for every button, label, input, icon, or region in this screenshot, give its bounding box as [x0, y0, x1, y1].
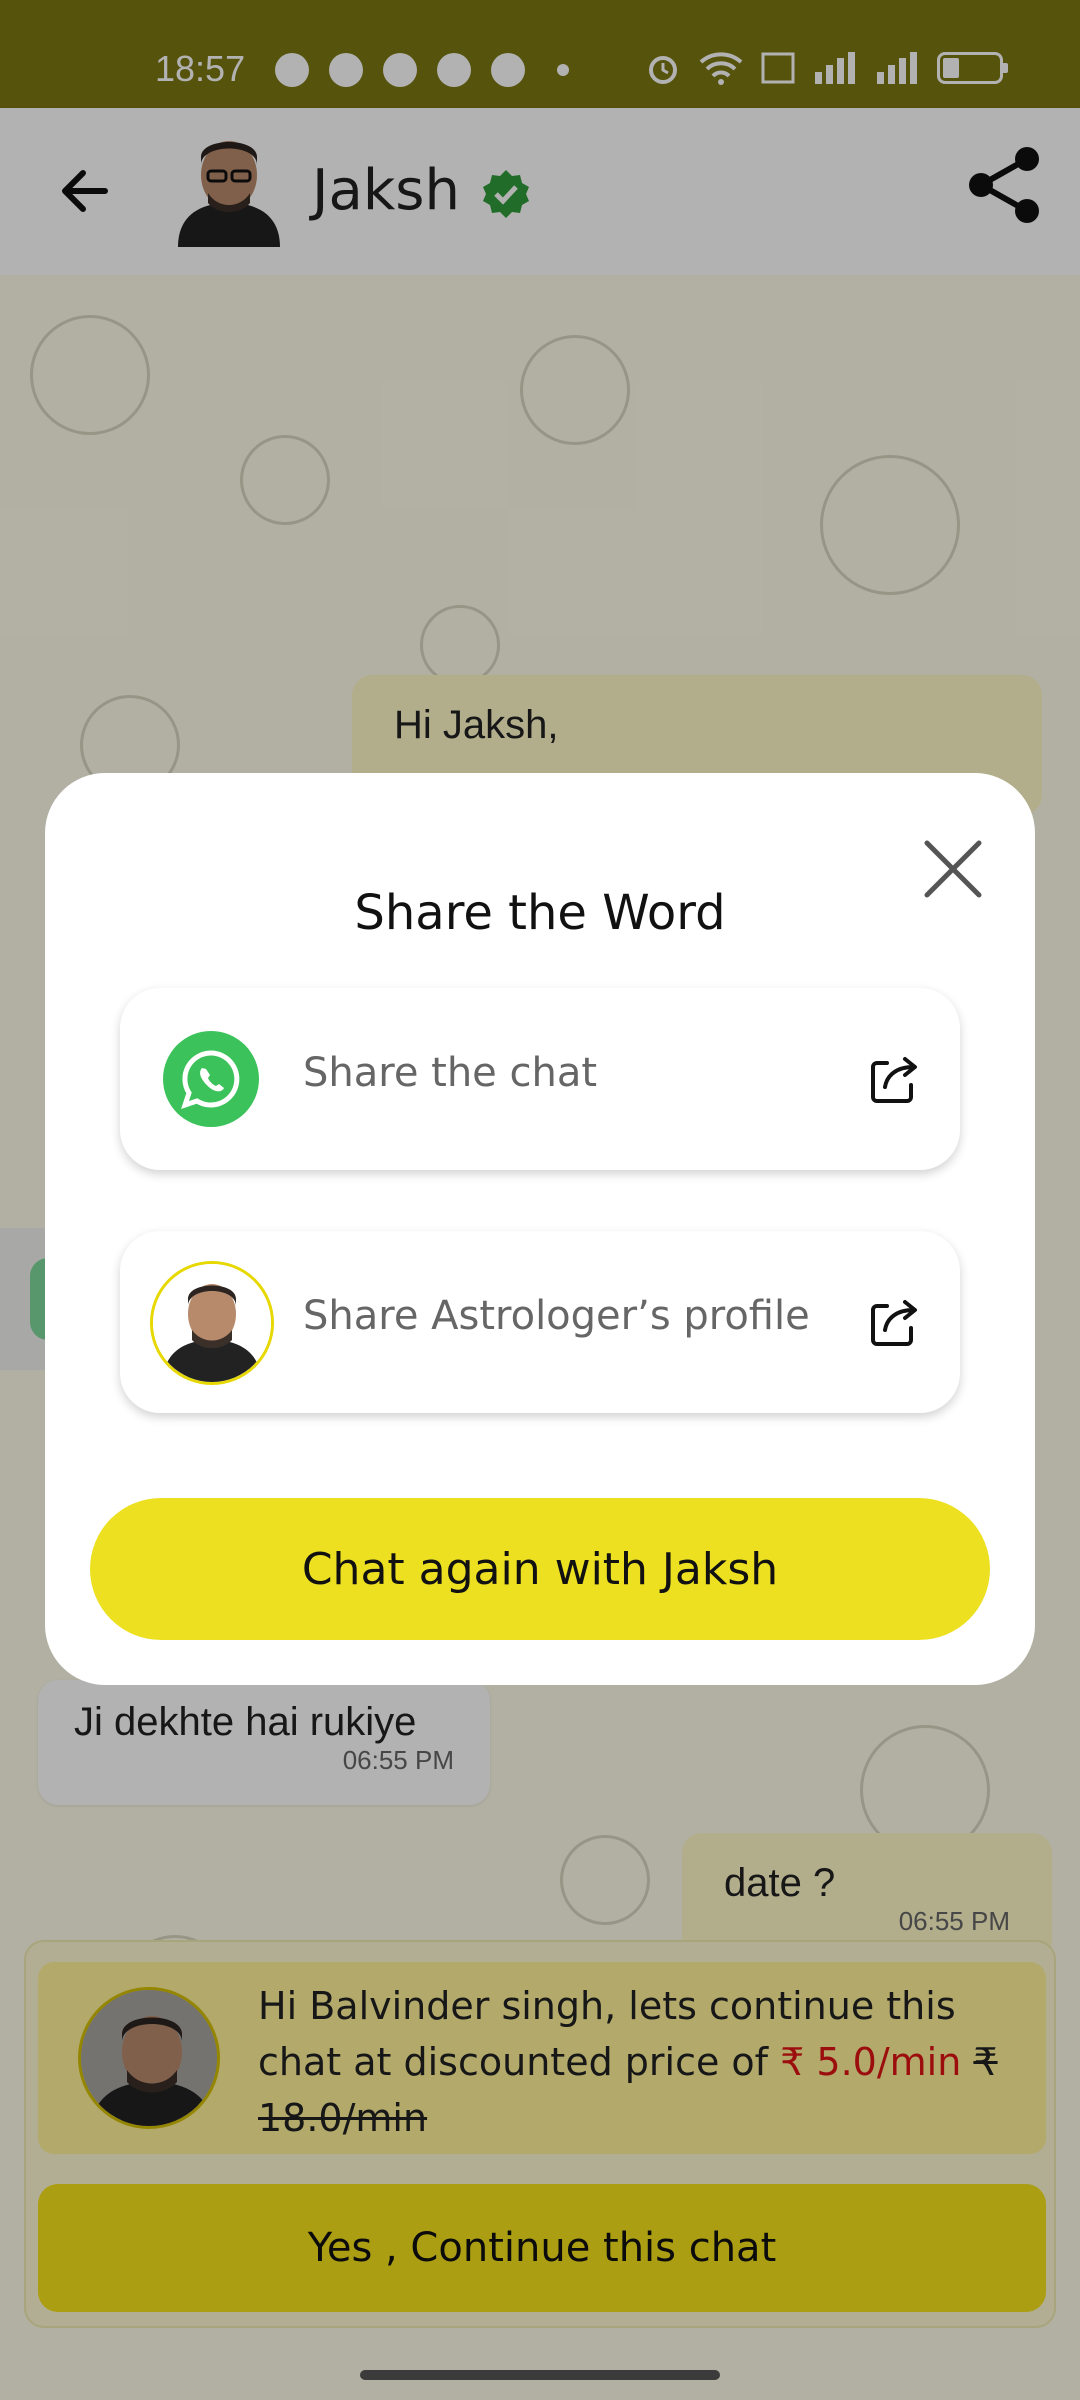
share-profile-option[interactable]: Share Astrologer’s profile	[120, 1231, 960, 1413]
modal-title: Share the Word	[354, 885, 726, 941]
share-chat-option[interactable]: Share the chat	[120, 988, 960, 1170]
whatsapp-icon	[163, 1031, 259, 1127]
share-profile-label: Share Astrologer’s profile	[303, 1293, 810, 1339]
astrologer-avatar	[150, 1261, 274, 1385]
share-modal: Share the Word Share the chat Share Astr…	[45, 773, 1035, 1685]
share-external-icon	[871, 1057, 917, 1103]
avatar-image	[153, 1264, 271, 1382]
whatsapp-glyph	[181, 1050, 240, 1109]
chat-again-button[interactable]: Chat again with Jaksh	[90, 1498, 990, 1640]
share-external-icon	[871, 1300, 917, 1346]
share-chat-label: Share the chat	[303, 1050, 598, 1096]
